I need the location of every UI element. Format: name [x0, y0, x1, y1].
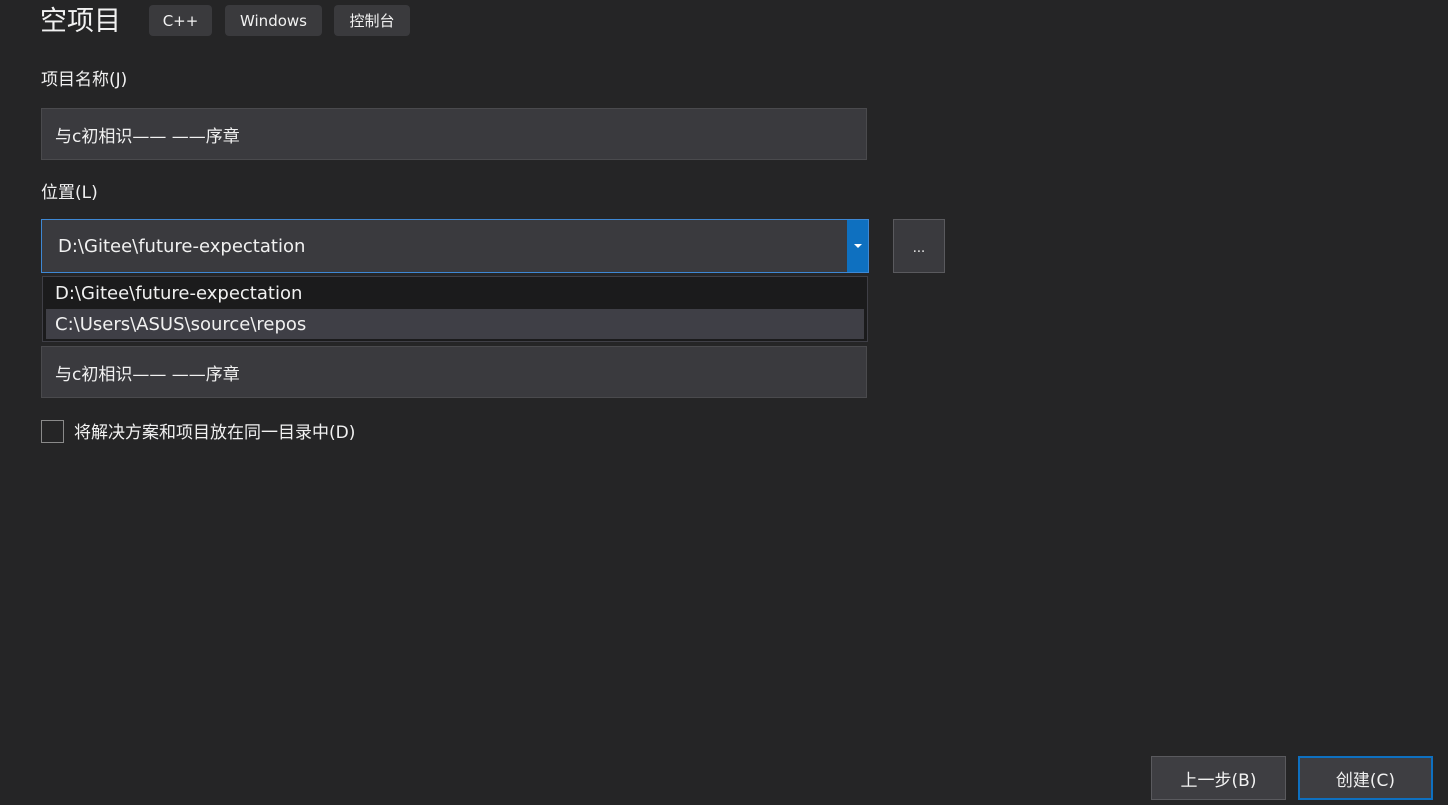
location-label: 位置(L): [41, 183, 98, 203]
location-dropdown-button[interactable]: [847, 220, 868, 272]
same-directory-checkbox[interactable]: [41, 420, 64, 443]
location-value: D:\Gitee\future-expectation: [58, 235, 306, 257]
project-name-input[interactable]: 与c初相识—— ——序章: [41, 108, 867, 160]
project-name-label: 项目名称(J): [41, 70, 128, 90]
location-dropdown-list: D:\Gitee\future-expectation C:\Users\ASU…: [42, 276, 868, 342]
tag-cpp: C++: [149, 5, 212, 36]
tag-console: 控制台: [334, 5, 410, 36]
project-name-value: 与c初相识—— ——序章: [55, 126, 240, 147]
solution-name-value: 与c初相识—— ——序章: [55, 364, 240, 385]
location-option-highlighted[interactable]: C:\Users\ASUS\source\repos: [46, 309, 864, 339]
chevron-down-icon: [853, 244, 862, 248]
same-directory-label[interactable]: 将解决方案和项目放在同一目录中(D): [74, 421, 355, 445]
tag-windows: Windows: [225, 5, 322, 36]
location-combobox[interactable]: D:\Gitee\future-expectation: [41, 219, 869, 273]
page-title: 空项目: [40, 6, 121, 37]
solution-name-input[interactable]: 与c初相识—— ——序章: [41, 346, 867, 398]
create-button[interactable]: 创建(C): [1298, 756, 1433, 800]
location-option[interactable]: D:\Gitee\future-expectation: [46, 278, 864, 308]
browse-button[interactable]: ...: [893, 219, 945, 273]
back-button[interactable]: 上一步(B): [1151, 756, 1286, 800]
